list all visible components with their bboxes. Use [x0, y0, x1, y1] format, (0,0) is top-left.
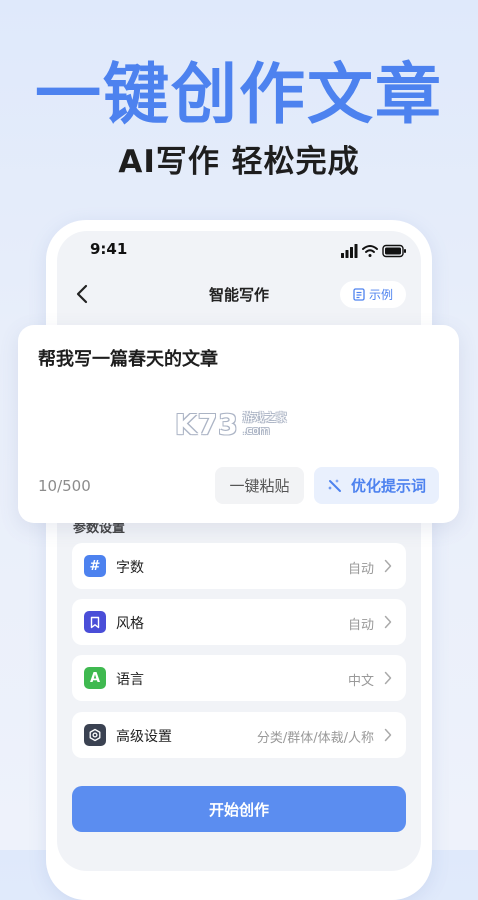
char-counter: 10/500 [38, 477, 91, 495]
paste-button[interactable]: 一键粘贴 [215, 467, 304, 504]
param-row-style[interactable]: 风格 自动 [72, 599, 406, 645]
subline: AI写作 轻松完成 [118, 144, 360, 180]
signal-icon [341, 244, 358, 258]
chevron-right-icon [384, 671, 392, 685]
param-label: 字数 [116, 560, 144, 576]
status-time: 9:41 [90, 240, 128, 258]
watermark-logo: K73 [175, 408, 239, 441]
prompt-input-text[interactable]: 帮我写一篇春天的文章 [38, 345, 218, 371]
gear-icon [84, 724, 106, 746]
example-label: 示例 [368, 288, 393, 302]
param-value: 中文 [347, 674, 374, 689]
headline: 一键创作文章 [35, 56, 443, 133]
status-icons [341, 244, 406, 258]
bookmark-icon [84, 611, 106, 633]
document-icon [353, 288, 365, 301]
start-writing-button[interactable]: 开始创作 [72, 786, 406, 832]
chevron-right-icon [384, 559, 392, 573]
wifi-icon [362, 245, 378, 257]
param-value: 分类/群体/体裁/人称 [256, 731, 374, 746]
param-row-advanced[interactable]: 高级设置 分类/群体/体裁/人称 [72, 712, 406, 758]
watermark-text-bottom: .com [242, 424, 270, 437]
param-row-word-count[interactable]: # 字数 自动 [72, 543, 406, 589]
chevron-right-icon [384, 615, 392, 629]
hash-icon: # [84, 555, 106, 577]
param-label: 语言 [116, 672, 144, 688]
watermark: K73 游戏之家 .com [175, 408, 287, 441]
magic-wand-icon [327, 478, 341, 492]
param-row-language[interactable]: A 语言 中文 [72, 655, 406, 701]
battery-icon [382, 244, 406, 258]
param-value: 自动 [347, 618, 374, 633]
optimize-label: 优化提示词 [350, 477, 426, 495]
param-value: 自动 [347, 562, 374, 577]
watermark-text-top: 游戏之家 [242, 411, 287, 424]
example-button[interactable]: 示例 [340, 281, 406, 308]
param-label: 风格 [116, 616, 144, 632]
chevron-right-icon [384, 728, 392, 742]
param-label: 高级设置 [116, 729, 172, 745]
letter-a-icon: A [84, 667, 106, 689]
optimize-prompt-button[interactable]: 优化提示词 [314, 467, 439, 504]
page-title: 智能写作 [208, 286, 269, 304]
